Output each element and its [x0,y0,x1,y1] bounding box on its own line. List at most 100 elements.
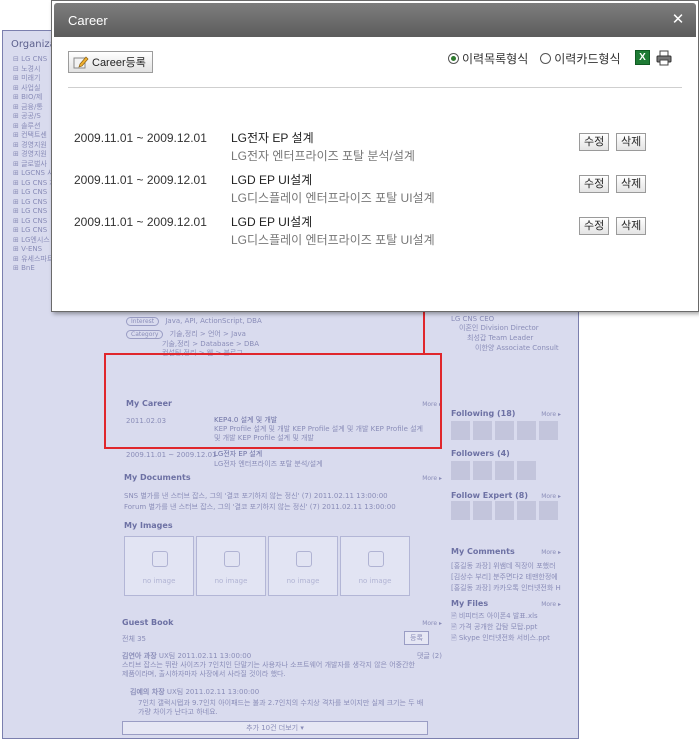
org-chart: LG CNS CEO 이혼인 Division Director 최성갑 Tea… [451,315,559,353]
edit-button[interactable]: 수정 [579,217,610,235]
avatar[interactable] [495,461,514,480]
tree-item[interactable]: ⊞ LG CNS [13,226,56,236]
tree-item[interactable]: ⊞ 솔루션 [13,122,56,132]
delete-button[interactable]: 삭제 [616,217,647,235]
guest-post-meta: UX팀 2011.02.11 13:00:00 [158,652,252,660]
tree-item[interactable]: ⊞ LG CNS [13,207,56,217]
avatar[interactable] [539,501,558,520]
my-documents-title: My Documents [124,473,191,482]
avatar[interactable] [517,461,536,480]
guest-post-author: 김연아 과장 [122,652,157,660]
avatar[interactable] [473,461,492,480]
radio-list-format[interactable]: 이력목록형식 [448,50,528,67]
my-files-title: My Files [451,599,489,608]
avatar[interactable] [517,421,536,440]
excel-export-icon[interactable]: X [635,50,650,65]
pencil-icon [73,55,89,69]
image-placeholder[interactable]: no image [124,536,194,596]
avatar[interactable] [473,501,492,520]
career-register-button[interactable]: Career등록 [68,51,153,73]
image-placeholder[interactable]: no image [268,536,338,596]
edit-button[interactable]: 수정 [579,133,610,151]
tree-item[interactable]: ⊞ LG엔시스 [13,236,56,246]
guest-book-register-button[interactable]: 등록 [404,631,429,645]
radio-card-format[interactable]: 이력카드형식 [540,50,621,67]
tree-item[interactable]: ⊞ LGCNS 사 [13,169,56,179]
avatar[interactable] [495,421,514,440]
tree-item[interactable]: ⊞ 유세스파트 [13,255,56,265]
career-title: LGD EP UI설계 [231,173,313,187]
tree-item[interactable]: ⊞ BIO/제 [13,93,56,103]
avatar[interactable] [473,421,492,440]
document-item[interactable]: SNS 별가를 낸 스터브 잡스, 그의 '결코 포기하지 않는 정신' (7)… [124,491,388,501]
tree-item[interactable]: ⊞ 글로벌사 [13,160,56,170]
skills-text: Java, API, ActionScript, DBA [165,317,262,325]
comment-item[interactable]: [김상수 부리] 분주면다2 테맨한정에 [451,572,561,583]
career-modal: Career ✕ Career등록 이력목록형식 이력카드형식 X 2009.1… [51,0,699,312]
guest-book-more-link[interactable]: More ▸ [422,620,442,627]
tree-item[interactable]: ⊟ LG CNS [13,55,56,65]
delete-button[interactable]: 삭제 [616,175,647,193]
delete-button[interactable]: 삭제 [616,133,647,151]
edit-button[interactable]: 수정 [579,175,610,193]
avatar[interactable] [495,501,514,520]
avatar[interactable] [451,501,470,520]
my-comments-more-link[interactable]: More ▸ [541,549,561,556]
skills-line: Interest Java, API, ActionScript, DBA [126,317,262,326]
tree-item[interactable]: ⊞ LG CNS 차 [13,179,56,189]
tree-item[interactable]: ⊞ 공공/S [13,112,56,122]
career-date: 2009.11.01 ~ 2009.12.01 [74,215,207,229]
org-chart-line: LG CNS CEO [451,315,495,323]
modal-header: Career ✕ [54,3,696,37]
my-files-more-link[interactable]: More ▸ [541,601,561,608]
comment-list: [홍길동 과장] 위쌤데 직장이 포했러 [김상수 부리] 분주면다2 테맨한정… [451,561,561,594]
file-item[interactable]: 🗎 가격 공개한 갑탐 모탑.ppt [451,622,550,633]
category-line: Category 기술,정리 > 언어 > Java [126,329,246,339]
document-date: 2011.02.11 13:00:00 [321,503,396,511]
comment-item[interactable]: [홍길동 과장] 카카오톡 인터넷전화 H [451,583,561,594]
tree-item[interactable]: ⊞ 경영지원 [13,141,56,151]
tree-item[interactable]: ⊟ 노경시 [13,65,56,75]
tree-item[interactable]: ⊞ 컨택트센 [13,131,56,141]
comment-item[interactable]: [홍길동 과장] 위쌤데 직장이 포했러 [451,561,561,572]
following-more-link[interactable]: More ▸ [541,411,561,418]
tree-item[interactable]: ⊞ 미래기 [13,74,56,84]
career-row: 2009.11.01 ~ 2009.12.01 LGD EP UI설계 LG디스… [74,171,664,207]
following-title: Following (18) [451,409,516,418]
document-date: 2011.02.11 13:00:00 [313,492,388,500]
tree-item[interactable]: ⊞ 경영지원 [13,150,56,160]
avatar[interactable] [539,421,558,440]
tree-item[interactable]: ⊞ LG CNS [13,188,56,198]
image-placeholder[interactable]: no image [196,536,266,596]
follow-expert-more-link[interactable]: More ▸ [541,493,561,500]
view-format-options: 이력목록형식 이력카드형식 [448,50,633,67]
guest-post-comment-count[interactable]: 댓글 (2) [417,651,442,661]
tree-item[interactable]: ⊞ LG CNS [13,198,56,208]
close-icon[interactable]: ✕ [670,11,686,27]
tree-item[interactable]: ⊞ BnE [13,264,56,274]
tree-item[interactable]: ⊞ V-ENS [13,245,56,255]
file-item[interactable]: 🗎 Skype 인터넷전화 서비스.ppt [451,633,550,644]
radio-list-format-label: 이력목록형식 [462,52,529,66]
file-item[interactable]: 🗎 비피터즈 아이폰4 발표.xls [451,611,550,622]
tree-item[interactable]: ⊞ 사업실 [13,84,56,94]
document-text: 별가를 낸 스터브 잡스, 그의 '결코 포기하지 않는 정신' (7) [140,492,312,500]
organization-tree: ⊟ LG CNS ⊟ 노경시 ⊞ 미래기 ⊞ 사업실 ⊞ BIO/제 ⊞ 금융/… [13,55,56,274]
document-item[interactable]: Forum 별가를 낸 스터브 잡스, 그의 '결코 포기하지 않는 정신' (… [124,502,396,512]
avatar[interactable] [451,461,470,480]
my-comments-title: My Comments [451,547,515,556]
avatar[interactable] [451,421,470,440]
career-description: LG전자 엔터프라이즈 포탈 분석/설계 [231,149,415,163]
career-date: 2009.11.01 ~ 2009.12.01 [74,173,207,187]
category-tag: Category [126,330,164,339]
image-placeholder-icon [224,551,240,567]
tree-item[interactable]: ⊞ 금융/통 [13,103,56,113]
my-documents-more-link[interactable]: More ▸ [422,475,442,482]
image-placeholder[interactable]: no image [340,536,410,596]
document-tag: Forum [124,503,147,511]
follow-expert-title: Follow Expert (8) [451,491,529,500]
load-more-button[interactable]: 추가 10건 더보기 ▾ [122,721,428,735]
avatar[interactable] [517,501,536,520]
print-icon[interactable] [656,50,672,66]
tree-item[interactable]: ⊞ LG CNS [13,217,56,227]
